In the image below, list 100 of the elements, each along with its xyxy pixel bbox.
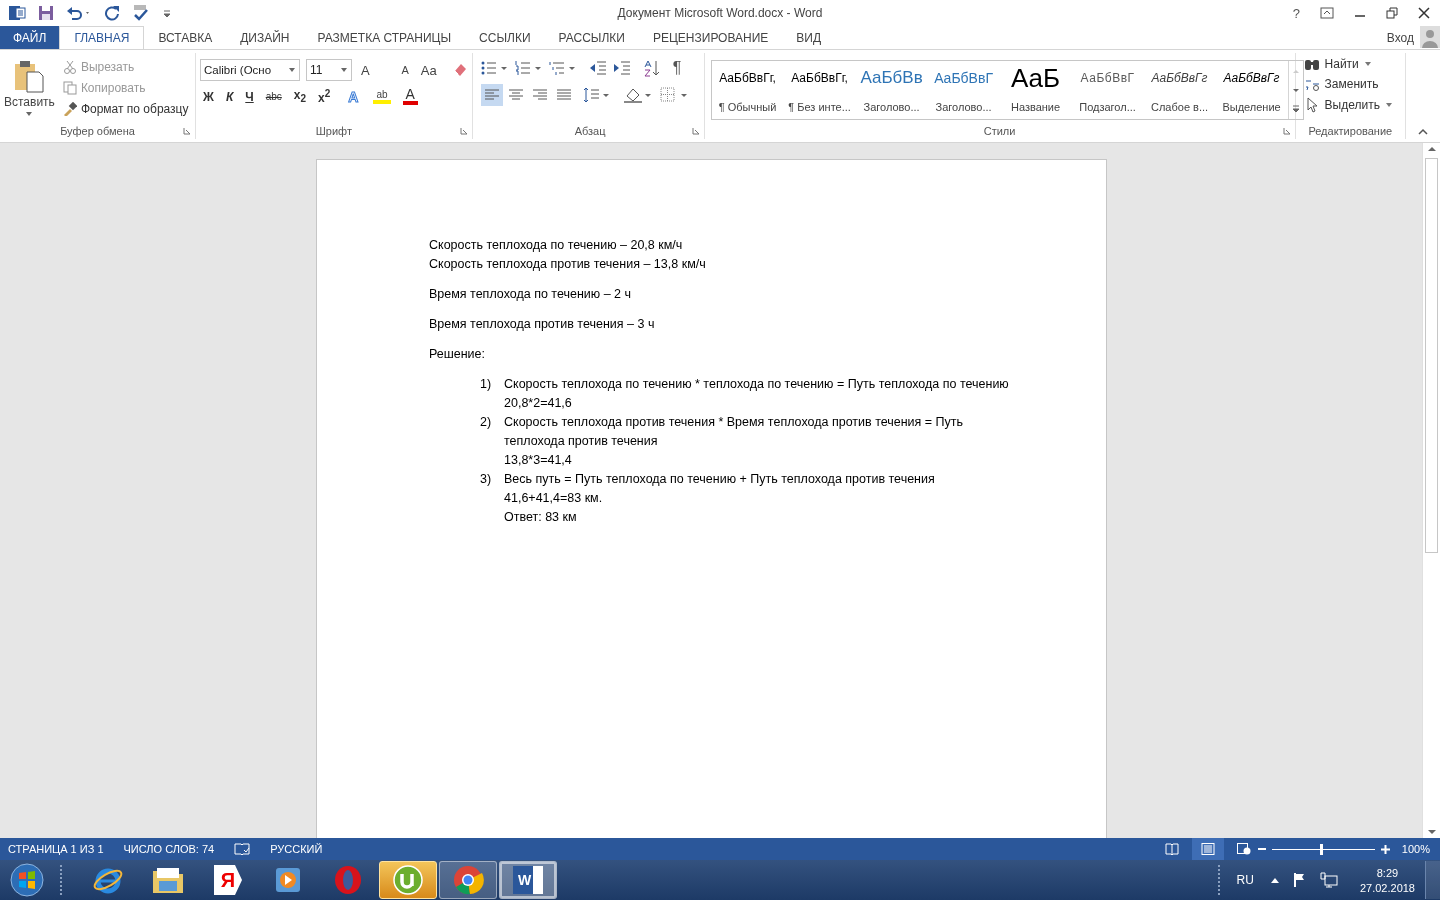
word-count[interactable]: ЧИСЛО СЛОВ: 74 <box>123 843 215 855</box>
show-hidden-icons[interactable] <box>1269 876 1280 884</box>
select-button[interactable]: Выделить <box>1303 97 1401 113</box>
network-icon[interactable] <box>1319 872 1338 888</box>
ribbon-tab[interactable]: ГЛАВНАЯ <box>59 26 145 50</box>
increase-indent-icon[interactable] <box>612 60 631 76</box>
dialog-launcher-icon[interactable] <box>1282 127 1291 135</box>
browser-logo: Я <box>214 865 242 895</box>
sort-icon[interactable] <box>642 59 661 77</box>
brush-icon <box>62 102 77 116</box>
strike-button[interactable]: abc <box>262 91 285 102</box>
style-item[interactable]: АаБбВвГг, ¶ Обычный <box>711 61 784 119</box>
group-label: Буфер обмена <box>60 125 135 137</box>
style-item[interactable]: АаБбВв Заголово... <box>855 61 928 119</box>
sign-in-link[interactable]: Вход <box>1386 26 1414 49</box>
slider-thumb[interactable] <box>1320 843 1324 855</box>
dialog-launcher-icon[interactable] <box>183 127 192 135</box>
dropdown-caret-icon[interactable] <box>340 67 349 73</box>
ribbon-display-icon[interactable] <box>1320 7 1334 19</box>
line-spacing-icon[interactable] <box>582 86 611 104</box>
torrent-logo-icon <box>392 864 424 896</box>
underline-button[interactable]: Ч <box>242 89 257 104</box>
sub-button[interactable]: x$_{2}$ <box>290 88 310 105</box>
numbering-icon[interactable] <box>514 60 543 76</box>
scissors-icon <box>62 60 77 74</box>
show-formatting-button[interactable]: ¶ <box>672 59 682 77</box>
customize-toolbar-icon[interactable] <box>162 8 172 18</box>
zoom-in-icon[interactable] <box>1380 844 1390 854</box>
ribbon-tab[interactable]: ВИД <box>782 26 836 49</box>
restore-icon[interactable] <box>1386 7 1398 19</box>
print-layout-button[interactable] <box>1191 838 1224 860</box>
shading-icon[interactable] <box>622 86 653 104</box>
replace-button[interactable]: Заменить <box>1303 76 1401 92</box>
paste-button[interactable]: Вставить <box>4 55 55 123</box>
grow-font-button[interactable]: A <box>358 62 393 78</box>
media-player-icon <box>273 865 303 895</box>
folder-icon <box>151 865 185 895</box>
dropdown-caret-icon[interactable] <box>288 67 297 73</box>
painter-button[interactable]: Формат по образцу <box>62 102 189 116</box>
proofing-book-icon[interactable] <box>234 842 251 856</box>
list-number: 2) <box>480 414 493 431</box>
zoom-out-icon[interactable] <box>1257 845 1266 853</box>
help-button[interactable]: ? <box>1292 5 1300 21</box>
sup-button[interactable]: x$^{2}$ <box>315 88 334 105</box>
style-item[interactable]: АаБбВвГг Выделение <box>1215 61 1288 119</box>
style-item[interactable]: АаБбВвГ Подзагол... <box>1071 61 1144 119</box>
style-item[interactable]: АаБбВвГг, ¶ Без инте... <box>783 61 856 119</box>
ribbon-tab[interactable]: РАССЫЛКИ <box>544 26 639 49</box>
language-indicator[interactable]: РУССКИЙ <box>270 843 323 855</box>
clock[interactable]: 8:29 27.02.2018 <box>1359 866 1415 894</box>
book-icon <box>1164 843 1179 855</box>
list-item-text: Скорость теплохода по течению * теплохода по течению = Путь теплохода по течению 20,8*2=41,6 <box>504 376 1009 412</box>
ribbon-tab[interactable]: РЕЦЕНЗИРОВАНИЕ <box>638 26 783 49</box>
borders-icon[interactable] <box>658 86 689 104</box>
ribbon-tab[interactable]: РАЗМЕТКА СТРАНИЦЫ <box>303 26 466 49</box>
document-paragraph: Время теплохода по течению – 2 ч <box>429 286 632 303</box>
style-item[interactable]: АаБ Название <box>999 61 1072 119</box>
taskbar-app-button[interactable]: Я <box>199 861 257 899</box>
shrink-font-button[interactable]: A <box>398 64 412 76</box>
align-left-icon[interactable] <box>480 84 503 106</box>
binoculars-icon <box>1303 57 1320 71</box>
close-icon[interactable] <box>1418 7 1430 19</box>
dialog-launcher-icon[interactable] <box>691 127 700 135</box>
copy-icon <box>62 81 77 95</box>
italic-button[interactable]: К <box>222 89 237 104</box>
bold-button[interactable]: Ж <box>200 89 217 104</box>
start-button[interactable] <box>9 862 45 898</box>
font-color-button[interactable]: A <box>402 88 418 105</box>
file-tab[interactable]: ФАЙЛ <box>0 26 60 49</box>
decrease-indent-icon[interactable] <box>588 60 607 76</box>
highlight-button[interactable]: ab <box>373 89 391 104</box>
caret-icon <box>1384 102 1393 108</box>
spelling-check-icon[interactable] <box>132 4 150 22</box>
style-item[interactable]: АаБбВвГ Заголово... <box>927 61 1000 119</box>
vertical-scrollbar[interactable] <box>1422 143 1440 838</box>
group-label: Шрифт <box>315 125 352 137</box>
font-name-field[interactable]: Calibri (Осно <box>200 59 301 81</box>
input-language[interactable]: RU <box>1236 873 1254 887</box>
ring-logo-icon <box>332 864 364 896</box>
bullets-icon[interactable] <box>480 60 509 76</box>
redo-icon[interactable] <box>104 5 120 21</box>
ribbon-tab[interactable]: ДИЗАЙН <box>226 26 304 49</box>
collapse-ribbon-icon[interactable] <box>1418 128 1428 136</box>
ribbon-tab[interactable]: ВСТАВКА <box>144 26 227 49</box>
list-number: 3) <box>480 471 493 488</box>
taskbar-app-button[interactable]: W <box>499 861 557 899</box>
change-case-button[interactable]: Aa <box>417 62 440 78</box>
style-item[interactable]: АаБбВвГг Слабое в... <box>1143 61 1216 119</box>
zoom-level[interactable]: 100% <box>1401 843 1440 855</box>
save-icon[interactable] <box>38 5 54 21</box>
undo-icon[interactable] <box>66 5 92 21</box>
word-logo-icon <box>8 4 26 22</box>
multilevel-list-icon[interactable] <box>548 60 577 76</box>
group-label: Редактирование <box>1308 125 1393 137</box>
scrollbar-thumb[interactable] <box>1425 158 1438 553</box>
find-button[interactable]: Найти <box>1303 57 1401 71</box>
page-count[interactable]: СТРАНИЦА 1 ИЗ 1 <box>8 843 104 855</box>
ribbon-tab[interactable]: ССЫЛКИ <box>465 26 545 49</box>
dialog-launcher-icon[interactable] <box>459 127 468 135</box>
font-size-field[interactable]: 11 <box>306 59 353 81</box>
